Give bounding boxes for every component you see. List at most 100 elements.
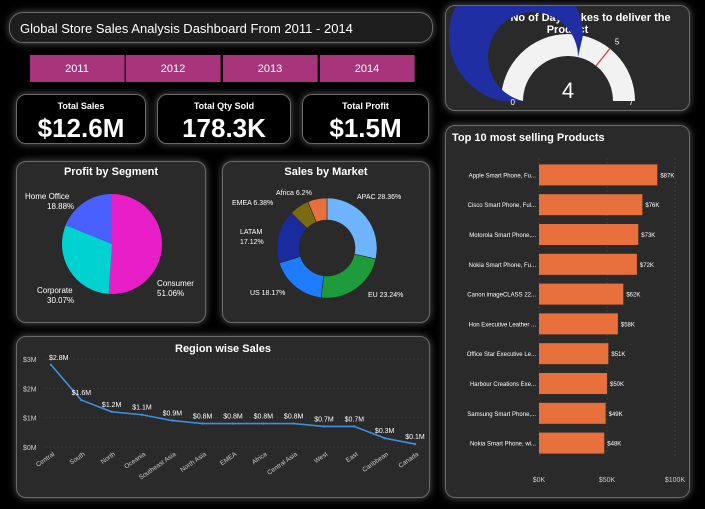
line-data-label: $0.1M — [405, 434, 425, 441]
line-data-label: $1.6M — [72, 390, 92, 397]
gauge-max-label: 7 — [629, 98, 634, 107]
x-tick-label: $0K — [533, 477, 546, 484]
product-name-label: Canon imageCLASS 22... — [467, 293, 536, 299]
x-tick-label: East — [345, 451, 360, 464]
pie-slice-name: Consumer — [157, 279, 194, 288]
line-point — [231, 422, 235, 425]
year-button-2013[interactable]: 2013 — [223, 55, 318, 82]
product-value-label: $50K — [610, 382, 624, 388]
pie-slice-percent: 51.06% — [157, 289, 184, 298]
kpi-value: $1.5M — [329, 113, 402, 143]
product-bar — [539, 283, 624, 305]
line-point — [140, 413, 144, 416]
product-value-label: $73K — [641, 233, 655, 239]
x-tick-label: West — [313, 451, 329, 465]
donut-slice-label: EU 23.24% — [368, 292, 403, 299]
product-name-label: Harbour Creations Exe... — [470, 382, 536, 388]
gauge-value-label: 4 — [562, 78, 574, 103]
y-tick-label: $1M — [23, 416, 37, 423]
product-name-label: Apple Smart Phone, Fu... — [469, 173, 537, 179]
year-button-2014[interactable]: 2014 — [320, 55, 415, 82]
line-point — [322, 425, 326, 428]
product-value-label: $58K — [621, 322, 635, 328]
product-bar — [539, 343, 609, 365]
line-data-label: $0.7M — [314, 416, 334, 423]
x-tick-label: $100K — [665, 477, 686, 484]
line-data-label: $0.7M — [345, 416, 365, 423]
product-bar — [539, 432, 605, 454]
product-name-label: Motorola Smart Phone,... — [469, 233, 536, 239]
line-data-label: $0.8M — [254, 414, 274, 421]
donut-slice-percent: 17.12% — [240, 239, 264, 246]
x-tick-label: North Asia — [179, 451, 208, 474]
line-data-label: $1.1M — [132, 405, 152, 412]
product-value-label: $48K — [607, 442, 621, 448]
donut-slice-label: APAC 28.36% — [357, 194, 401, 201]
line-point — [80, 398, 83, 402]
region-sales-panel: Region wise Sales $0M $1M $2M $3M $2.8M Centr… — [16, 336, 430, 498]
year-button-2011[interactable]: 2011 — [30, 55, 125, 82]
gauge-chart: 5 4 0 7 — [448, 6, 635, 107]
line-point — [171, 419, 174, 422]
product-value-label: $76K — [645, 203, 659, 209]
donut-slice-label: Africa 6.2% — [276, 190, 312, 197]
x-tick-label: South — [69, 451, 87, 467]
kpi-label: Total Sales — [57, 101, 105, 111]
product-name-label: Hon Executive Leather ... — [469, 322, 537, 328]
kpi-value: $12.6M — [37, 113, 125, 143]
product-name-label: Nokia Smart Phone, Fu... — [469, 263, 537, 269]
line-point — [353, 425, 356, 428]
product-bar — [539, 164, 658, 186]
product-bar — [539, 253, 637, 275]
pie-slice-name: Home Office — [25, 192, 70, 201]
top-products-panel: Top 10 most selling Products $0K $50K $100… — [445, 125, 690, 498]
kpi-total-qty: Total Qty Sold 178.3K — [157, 94, 291, 144]
product-value-label: $87K — [660, 173, 674, 179]
x-tick-label: Central Asia — [266, 451, 299, 477]
y-tick-label: $2M — [23, 386, 37, 393]
gauge-min-label: 0 — [511, 98, 516, 107]
x-tick-label: $50K — [599, 477, 616, 484]
line-point — [262, 422, 265, 425]
dashboard-title: Global Store Sales Analysis Dashboard Fr… — [20, 21, 353, 36]
x-tick-label: Central — [35, 451, 57, 469]
kpi-label: Total Profit — [342, 101, 389, 111]
product-bar — [539, 402, 606, 424]
line-point — [383, 437, 386, 440]
product-value-label: $49K — [609, 412, 623, 418]
product-value-label: $51K — [611, 352, 625, 358]
line-data-label: $0.9M — [163, 411, 183, 418]
product-name-label: Samsung Smart Phone,... — [467, 412, 536, 418]
y-tick-label: $0M — [23, 445, 37, 452]
line-data-label: $0.8M — [223, 414, 243, 421]
donut-slice-us — [278, 256, 325, 298]
delivery-days-gauge-panel: Average No of Days takes to deliver the … — [445, 5, 690, 111]
kpi-value: 178.3K — [182, 113, 266, 143]
x-tick-label: North — [100, 451, 117, 466]
y-tick-label: $3M — [23, 357, 37, 364]
profit-by-segment-panel: Profit by Segment Consumer 51.06% Corporat… — [16, 161, 206, 323]
pie-slice-percent: 30.07% — [47, 296, 74, 305]
product-value-label: $62K — [626, 293, 640, 299]
sales-by-market-panel: Sales by Market APAC 28.36% EU 23.24% US 1… — [222, 161, 430, 323]
pie-slice-name: Corporate — [37, 286, 73, 295]
product-bar — [539, 373, 607, 394]
pie-slice-consumer — [108, 194, 163, 294]
product-name-label: Cisco Smart Phone, Ful... — [468, 203, 537, 209]
x-tick-label: Caribbean — [361, 451, 390, 474]
product-name-label: Office Star Executive Le... — [467, 352, 537, 358]
year-button-2012[interactable]: 2012 — [126, 55, 221, 82]
donut-chart: APAC 28.36% EU 23.24% US 18.17% LATAM 17.12%… — [232, 190, 403, 299]
donut-slice-apac — [326, 197, 378, 260]
line-chart: $0M $1M $2M $3M $2.8M Central $1.6M South $1.2M N… — [23, 355, 425, 482]
line-point — [413, 442, 417, 446]
line-point — [110, 410, 113, 413]
line-data-label: $0.8M — [284, 414, 304, 421]
dashboard-title-panel: Global Store Sales Analysis Dashboard Fr… — [9, 12, 433, 43]
donut-slice-name: LATAM — [240, 229, 262, 236]
x-tick-label: Canada — [397, 451, 420, 470]
kpi-label: Total Qty Sold — [193, 101, 255, 111]
donut-slice-label: EMEA 6.38% — [232, 200, 273, 207]
product-bar — [539, 313, 618, 335]
product-bar — [539, 224, 639, 245]
